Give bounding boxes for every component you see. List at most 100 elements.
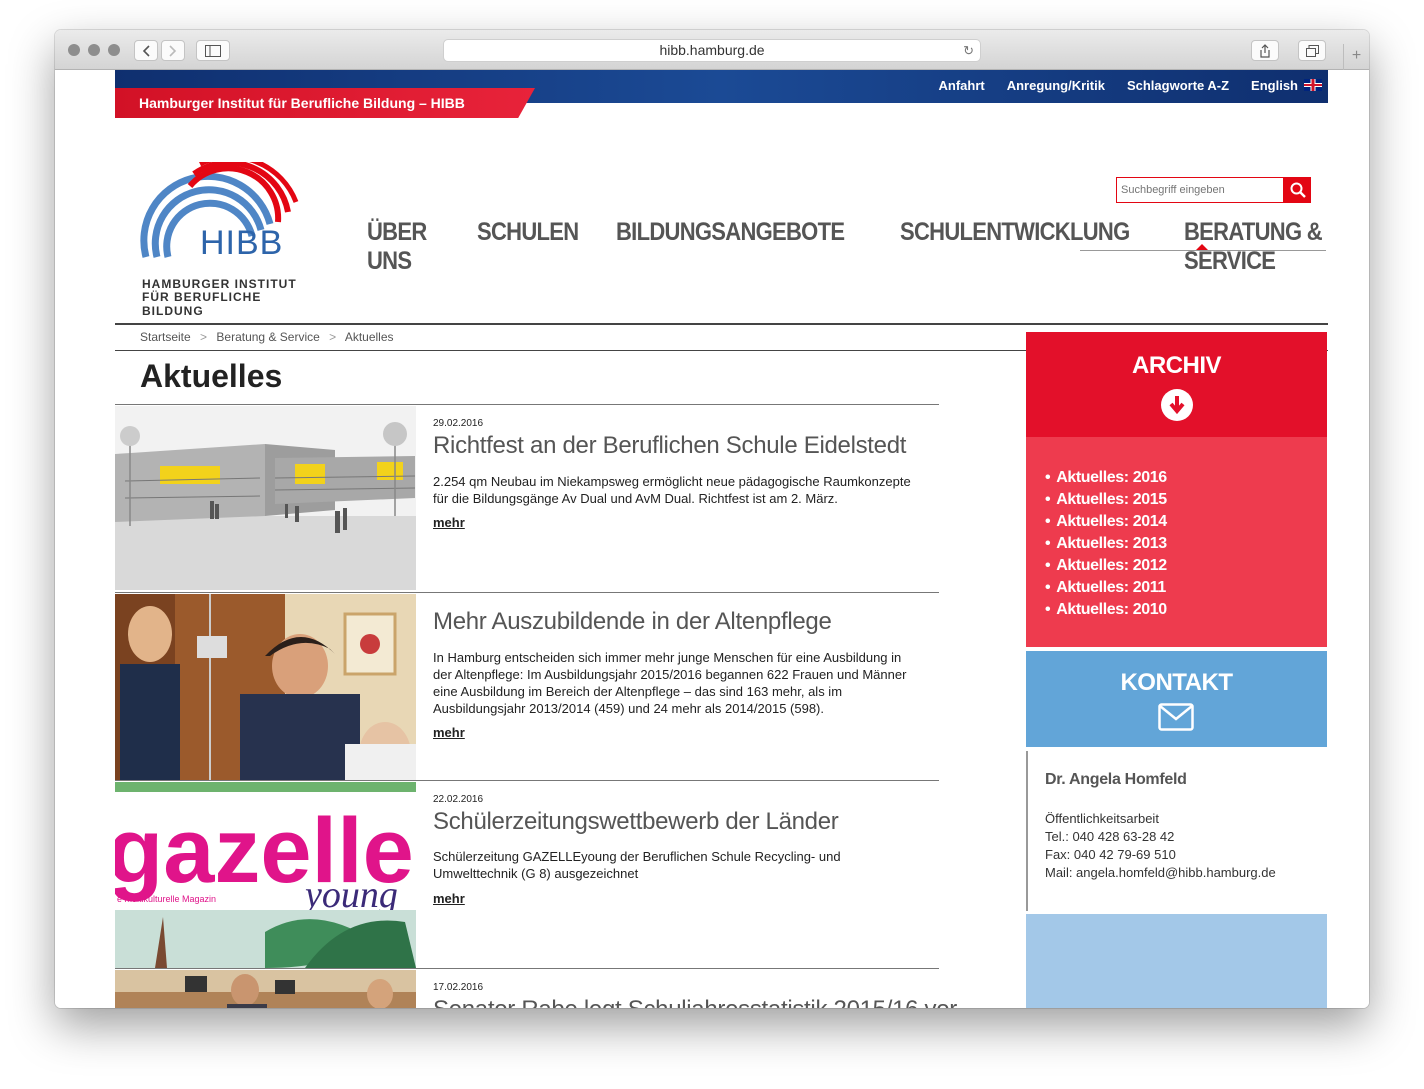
archiv-title: ARCHIV <box>1131 352 1222 379</box>
news-title[interactable]: Schülerzeitungswettbewerb der Länder <box>433 808 839 836</box>
address-bar[interactable]: hibb.hamburg.de ↻ <box>443 39 981 62</box>
reload-icon[interactable]: ↻ <box>963 40 974 61</box>
news-item: 29.02.2016 Richtfest an der Beruflichen … <box>115 404 939 592</box>
kontakt-header[interactable]: KONTAKT <box>1026 651 1327 747</box>
news-title[interactable]: Senator Rabe legt Schuljahresstatistik 2… <box>433 996 957 1008</box>
news-item: gazelle e multikulturelle Magazin young … <box>115 780 939 968</box>
url-text: hibb.hamburg.de <box>659 42 765 58</box>
contact-fax: Fax: 040 42 79-69 510 <box>1045 847 1176 862</box>
top-link-schlagworte[interactable]: Schlagworte A-Z <box>1127 78 1229 93</box>
share-button[interactable] <box>1251 40 1279 61</box>
close-window-button[interactable] <box>68 44 80 56</box>
contact-mail[interactable]: Mail: angela.homfeld@hibb.hamburg.de <box>1045 865 1276 880</box>
uk-flag-icon <box>1304 79 1322 91</box>
archiv-link-2010[interactable]: Aktuelles: 2010 <box>1056 599 1167 621</box>
arrow-down-circle-icon <box>1161 389 1193 421</box>
news-thumbnail-classroom[interactable] <box>115 970 416 1008</box>
institute-banner[interactable]: Hamburger Institut für Berufliche Bildun… <box>115 88 535 118</box>
news-item: Mehr Auszubildende in der Altenpflege In… <box>115 592 939 780</box>
nav-schulen[interactable]: SCHULEN <box>477 218 579 276</box>
archiv-list: Aktuelles: 2016 Aktuelles: 2015 Aktuelle… <box>1026 437 1327 647</box>
news-item: 17.02.2016 Senator Rabe legt Schuljahres… <box>115 968 957 1008</box>
active-nav-underline <box>1080 250 1326 251</box>
kontakt-details: Dr. Angela Homfeld Öffentlichkeitsarbeit… <box>1026 751 1327 911</box>
news-date: 22.02.2016 <box>433 794 484 805</box>
kontakt-title: KONTAKT <box>1120 669 1233 696</box>
contact-name: Dr. Angela Homfeld <box>1045 771 1187 788</box>
breadcrumb: Startseite > Beratung & Service > Aktuel… <box>140 330 394 344</box>
gazelle-young: young <box>301 874 398 916</box>
english-label: English <box>1251 78 1298 93</box>
zoom-window-button[interactable] <box>108 44 120 56</box>
gazelle-magazine-cover-image: gazelle e multikulturelle Magazin young <box>115 782 416 968</box>
news-more-link[interactable]: mehr <box>433 891 465 906</box>
sidebar-toggle-button[interactable] <box>196 40 230 61</box>
news-teaser: Schülerzeitung GAZELLEyoung der Beruflic… <box>433 849 841 881</box>
breadcrumb-current: Aktuelles <box>344 330 394 344</box>
classroom-photo-image <box>115 970 416 1008</box>
back-button[interactable] <box>134 40 158 61</box>
logo-line1: HAMBURGER INSTITUT <box>142 277 297 291</box>
logo-line2: FÜR BERUFLICHE BILDUNG <box>142 290 262 318</box>
breadcrumb-top-line <box>115 323 1328 325</box>
browser-toolbar: hibb.hamburg.de ↻ + <box>55 30 1369 70</box>
top-link-english[interactable]: English <box>1251 78 1322 93</box>
archiv-header[interactable]: ARCHIV <box>1026 332 1327 437</box>
news-more-link[interactable]: mehr <box>433 725 465 740</box>
institute-banner-text: Hamburger Institut für Berufliche Bildun… <box>139 95 465 111</box>
archiv-link-2012[interactable]: Aktuelles: 2012 <box>1056 555 1167 577</box>
top-link-anregung[interactable]: Anregung/Kritik <box>1007 78 1105 93</box>
breadcrumb-startseite[interactable]: Startseite <box>140 330 191 344</box>
chevron-right-icon <box>169 44 177 57</box>
tabs-overview-button[interactable] <box>1298 40 1326 61</box>
nav-schulentwicklung[interactable]: SCHULENTWICKLUNG <box>900 218 1130 276</box>
envelope-icon <box>1158 703 1194 731</box>
news-teaser: 2.254 qm Neubau im Niekampsweg ermöglich… <box>433 474 911 506</box>
archiv-link-2011[interactable]: Aktuelles: 2011 <box>1056 577 1167 599</box>
new-tab-button[interactable]: + <box>1343 44 1369 70</box>
news-title[interactable]: Mehr Auszubildende in der Altenpflege <box>433 608 832 636</box>
logo-short: HIBB <box>200 224 284 262</box>
breadcrumb-beratung[interactable]: Beratung & Service <box>216 330 319 344</box>
tabs-icon <box>1305 44 1319 57</box>
minimize-window-button[interactable] <box>88 44 100 56</box>
top-nav: Anfahrt Anregung/Kritik Schlagworte A-Z … <box>939 78 1322 93</box>
nav-bildungsangebote[interactable]: BILDUNGSANGEBOTE <box>616 218 845 276</box>
browser-window: hibb.hamburg.de ↻ + Anfahrt Anregung/Kri… <box>55 30 1369 1008</box>
news-date: 29.02.2016 <box>433 418 484 429</box>
contact-role: Öffentlichkeitsarbeit <box>1045 811 1159 826</box>
active-nav-caret <box>1196 244 1208 250</box>
news-thumbnail-gazelle[interactable]: gazelle e multikulturelle Magazin young <box>115 782 416 968</box>
main-nav: ÜBER UNS SCHULEN BILDUNGSANGEBOTE SCHULE… <box>367 218 1369 276</box>
sidebar-icon <box>205 44 221 57</box>
archiv-link-2013[interactable]: Aktuelles: 2013 <box>1056 533 1167 555</box>
search-input[interactable] <box>1116 177 1284 203</box>
hibb-logo[interactable]: HIBB HAMBURGER INSTITUT FÜR BERUFLICHE B… <box>140 162 300 318</box>
news-teaser: In Hamburg entscheiden sich immer mehr j… <box>433 650 907 716</box>
archiv-link-2016[interactable]: Aktuelles: 2016 <box>1056 467 1167 489</box>
search-button[interactable] <box>1284 177 1311 203</box>
page-title: Aktuelles <box>140 358 283 394</box>
nav-ueber-uns[interactable]: ÜBER UNS <box>367 218 443 276</box>
gazelle-tagline: e multikulturelle Magazin <box>117 894 216 904</box>
search-icon <box>1290 182 1306 198</box>
altenpflege-photo-image <box>115 594 416 780</box>
share-icon <box>1260 43 1270 58</box>
building-rendering-image <box>115 406 416 590</box>
chevron-left-icon <box>142 44 150 57</box>
sidebar-info-box <box>1026 914 1327 1008</box>
archiv-link-2015[interactable]: Aktuelles: 2015 <box>1056 489 1167 511</box>
breadcrumb-separator: > <box>200 330 208 344</box>
contact-phone: Tel.: 040 428 63-28 42 <box>1045 829 1175 844</box>
nav-beratung-service[interactable]: BERATUNG & SERVICE <box>1184 218 1346 276</box>
news-more-link[interactable]: mehr <box>433 515 465 530</box>
forward-button[interactable] <box>161 40 185 61</box>
news-thumbnail-altenpflege[interactable] <box>115 594 416 780</box>
web-page: Anfahrt Anregung/Kritik Schlagworte A-Z … <box>55 70 1369 1008</box>
news-title[interactable]: Richtfest an der Beruflichen Schule Eide… <box>433 432 906 460</box>
archiv-link-2014[interactable]: Aktuelles: 2014 <box>1056 511 1167 533</box>
news-thumbnail-building[interactable] <box>115 406 416 590</box>
top-link-anfahrt[interactable]: Anfahrt <box>939 78 985 93</box>
news-date: 17.02.2016 <box>433 982 484 993</box>
breadcrumb-separator: > <box>329 330 337 344</box>
